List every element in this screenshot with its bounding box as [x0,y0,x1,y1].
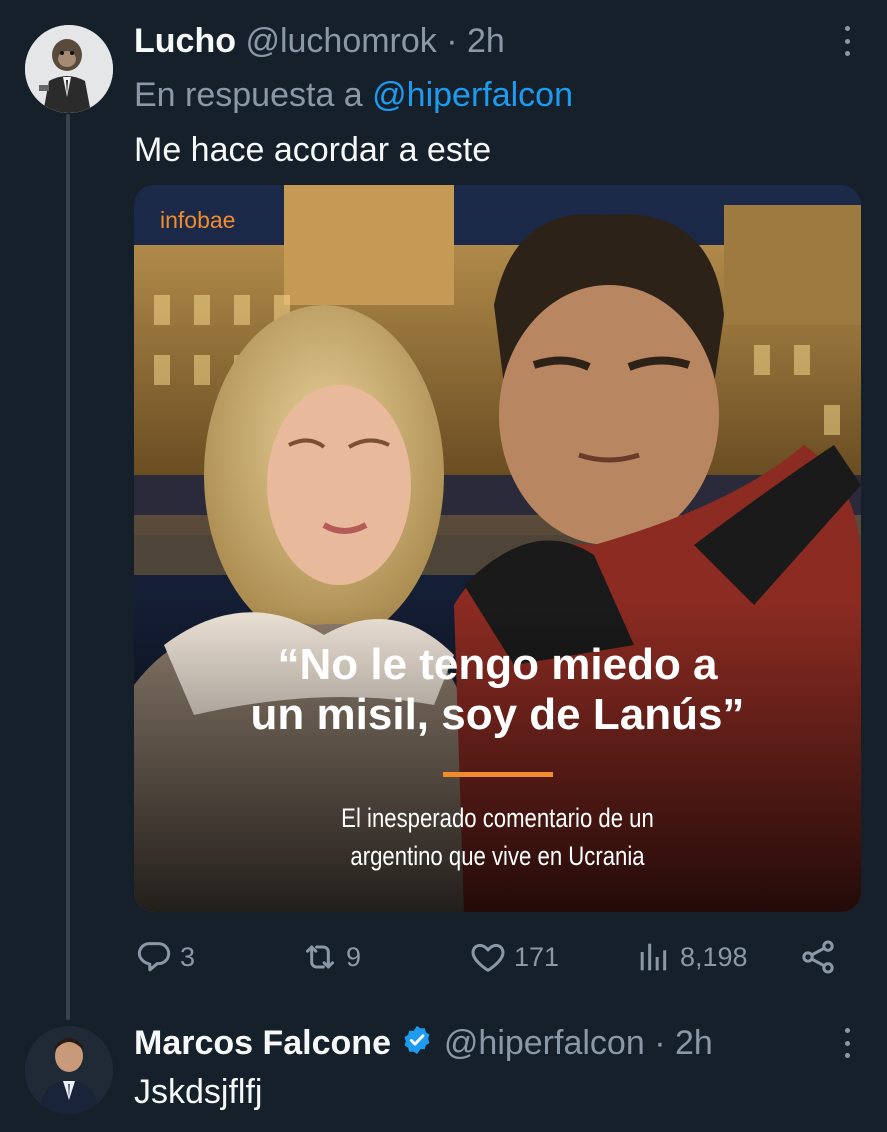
retweet-button[interactable]: 9 [300,935,361,979]
retweet-count: 9 [346,941,362,972]
reply-button[interactable]: 3 [134,935,195,979]
subhead-line-2: argentino que vive en Ucrania [350,841,645,871]
like-count: 171 [514,941,560,972]
reply-count: 3 [180,941,196,972]
analytics-icon [634,937,674,977]
author-handle[interactable]: @luchomrok [245,22,436,60]
thread-connector-line [66,114,70,1020]
media-headline: “No le tengo miedo a un misil, soy de La… [134,640,861,740]
reply-context: En respuesta a @hiperfalcon [134,76,573,115]
reply-prefix: En respuesta a [134,76,363,114]
tweet-header: Lucho @luchomrok · 2h [134,24,505,58]
more-options-icon[interactable] [837,26,857,56]
subhead-line-1: El inesperado comentario de un [341,803,654,833]
views-count: 8,198 [680,941,748,972]
separator: · [644,1024,675,1062]
avatar[interactable] [25,1026,113,1114]
verified-badge-icon [400,1023,434,1063]
like-button[interactable]: 171 [468,935,559,979]
timestamp[interactable]: 2h [467,22,505,60]
infobae-logo: infobae [160,207,236,233]
reply-icon [134,937,174,977]
tweet-actions-bar: 3 9 171 8,198 [134,935,834,979]
reply-to-handle-link[interactable]: @hiperfalcon [372,76,573,114]
media-subhead: El inesperado comentario de un argentino… [199,799,795,875]
headline-line-1: “No le tengo miedo a [277,640,718,689]
headline-line-2: un misil, soy de Lanús” [250,690,745,739]
avatar[interactable] [25,25,113,113]
accent-divider [443,772,553,777]
heart-icon [468,937,508,977]
separator: · [436,22,468,60]
tweet-text: Me hace acordar a este [134,131,492,169]
author-name[interactable]: Marcos Falcone [134,1024,391,1062]
more-options-icon[interactable] [837,1028,857,1058]
views-button[interactable]: 8,198 [634,935,748,979]
retweet-icon [300,937,340,977]
reply-header: Marcos Falcone @hiperfalcon · 2h [134,1023,713,1063]
tweet-media-image[interactable]: infobae “No le tengo miedo a un misil, s… [134,185,861,912]
author-name[interactable]: Lucho [134,22,236,60]
share-icon [798,937,838,977]
reply-text: Jskdsjflfj [134,1073,263,1111]
share-button[interactable] [798,935,838,979]
timestamp[interactable]: 2h [675,1024,713,1062]
author-handle[interactable]: @hiperfalcon [444,1024,645,1062]
